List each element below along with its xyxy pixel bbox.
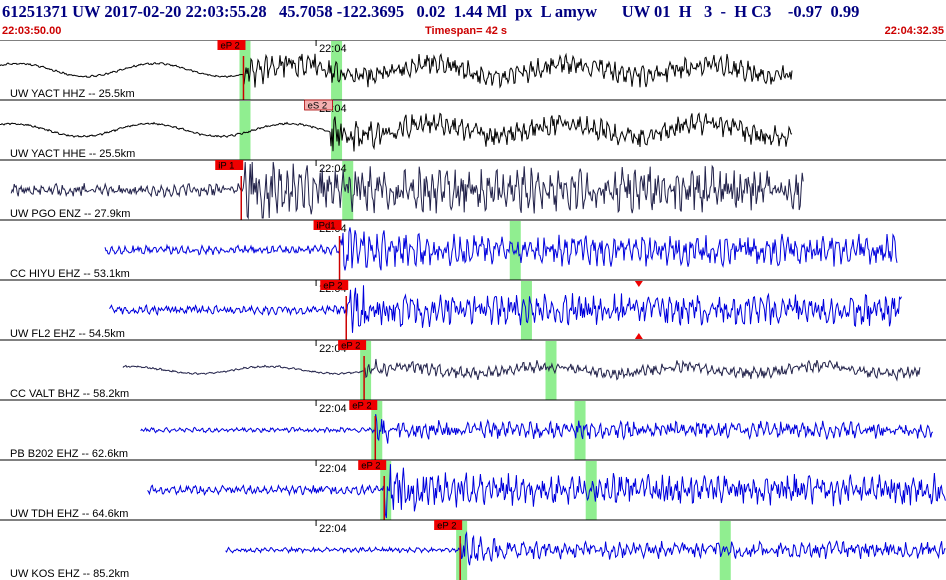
amplitude-marker-bottom bbox=[634, 333, 643, 339]
station-label: UW YACT HHE -- 25.5km bbox=[10, 148, 135, 160]
waveform-trace bbox=[109, 285, 902, 333]
phase-band bbox=[520, 281, 532, 340]
pick-label: eP 2 bbox=[437, 521, 456, 532]
trace-panel: 22:04 eP 2 UW YACT HHZ -- 25.5km bbox=[0, 40, 946, 100]
event-title: 61251371 UW 2017-02-20 22:03:55.28 45.70… bbox=[2, 2, 860, 21]
trace-panel: 22:04iP 1UW PGO ENZ -- 27.9km bbox=[0, 159, 946, 220]
station-label: CC HIYU EHZ -- 53.1km bbox=[10, 268, 130, 280]
pick-label: eP 2 bbox=[220, 41, 239, 52]
pick-label: iP 1 bbox=[218, 161, 234, 172]
time-tick-label: 22:04 bbox=[319, 523, 347, 535]
pick-label: eP 2 bbox=[352, 401, 371, 412]
trace-panel: 22:04 eP 2 UW KOS EHZ -- 85.2km bbox=[0, 519, 946, 580]
waveform-trace bbox=[147, 464, 946, 519]
timespan-label: Timespan= 42 s bbox=[425, 25, 508, 37]
trace-panel: 22:04 eP 2 UW TDH EHZ -- 64.6km bbox=[0, 459, 946, 520]
trace-panel: 22:04eS 2UW YACT HHE -- 25.5km bbox=[0, 99, 946, 160]
waveform-trace bbox=[122, 358, 921, 382]
trace-panel: 22:04eP 2UW FL2 EHZ -- 54.5km bbox=[0, 279, 946, 340]
end-time: 22:04:32.35 bbox=[884, 25, 944, 37]
phase-band bbox=[545, 341, 557, 400]
waveform-trace bbox=[140, 414, 934, 444]
waveform-trace bbox=[0, 52, 793, 89]
station-label: UW TDH EHZ -- 64.6km bbox=[10, 508, 128, 520]
trace-panel: 22:04 eP 2 PB B202 EHZ -- 62.6km bbox=[0, 399, 946, 460]
seismogram-plot: 22:04 eP 2 UW YACT HHZ -- 25.5km 22:04 eS 2 U… bbox=[0, 40, 946, 580]
start-time: 22:03:50.00 bbox=[2, 25, 62, 37]
time-tick-label: 22:04 bbox=[319, 463, 347, 475]
pick-label: eP 2 bbox=[341, 341, 360, 352]
trace-panel: 22:04iPd1CC HIYU EHZ -- 53.1km bbox=[0, 219, 946, 280]
station-label: CC VALT BHZ -- 58.2km bbox=[10, 388, 129, 400]
amplitude-marker-top bbox=[634, 281, 643, 287]
trace-panel: 22:04eP 2CC VALT BHZ -- 58.2km bbox=[0, 339, 946, 400]
pick-label: eS 2 bbox=[308, 101, 328, 112]
station-label: UW PGO ENZ -- 27.9km bbox=[10, 208, 130, 220]
time-tick-label: 22:04 bbox=[319, 43, 347, 55]
time-tick-label: 22:04 bbox=[319, 403, 347, 415]
waveform-trace bbox=[225, 531, 946, 566]
waveform-trace bbox=[104, 227, 898, 271]
header-bar: 61251371 UW 2017-02-20 22:03:55.28 45.70… bbox=[0, 0, 946, 40]
pick-label: eP 2 bbox=[323, 281, 342, 292]
station-label: PB B202 EHZ -- 62.6km bbox=[10, 448, 128, 460]
phase-band bbox=[239, 101, 251, 160]
station-label: UW YACT HHZ -- 25.5km bbox=[10, 88, 135, 100]
station-label: UW KOS EHZ -- 85.2km bbox=[10, 568, 129, 580]
pick-label: iPd1 bbox=[317, 221, 336, 232]
pick-label: eP 2 bbox=[361, 461, 380, 472]
station-label: UW FL2 EHZ -- 54.5km bbox=[10, 328, 125, 340]
waveform-trace bbox=[0, 112, 793, 152]
